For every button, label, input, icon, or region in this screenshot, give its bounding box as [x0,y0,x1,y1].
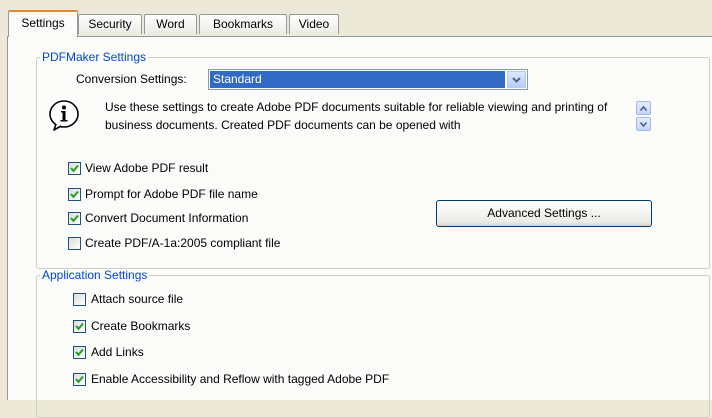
create-bookmarks-checkbox[interactable] [73,320,86,333]
pdfa-compliant-label: Create PDF/A-1a:2005 compliant file [85,236,281,250]
info-icon [48,99,82,133]
tab-security[interactable]: Security [78,14,142,34]
view-pdf-result-checkbox[interactable] [68,162,81,175]
tab-word[interactable]: Word [144,14,197,34]
add-links-label: Add Links [91,345,144,359]
chevron-up-icon [640,105,647,111]
tab-settings[interactable]: Settings [8,10,78,37]
view-pdf-result-label: View Adobe PDF result [85,161,209,175]
attach-source-file-label: Attach source file [91,292,184,306]
conversion-description: Use these settings to create Adobe PDF d… [105,100,608,132]
enable-accessibility-label: Enable Accessibility and Reflow with tag… [91,372,390,386]
pdfmaker-settings-legend: PDFMaker Settings [42,50,147,64]
description-scroll-up-button[interactable] [636,101,651,115]
add-links-checkbox[interactable] [73,346,86,359]
conversion-settings-select[interactable]: Standard [208,69,528,90]
application-settings-group: Application Settings [36,268,710,418]
attach-source-file-checkbox[interactable] [73,293,86,306]
enable-accessibility-checkbox[interactable] [73,373,86,386]
pdfa-compliant-checkbox[interactable] [68,237,81,250]
tab-bookmarks[interactable]: Bookmarks [199,14,287,34]
chevron-down-icon[interactable] [507,71,526,88]
application-settings-legend: Application Settings [42,268,148,282]
prompt-file-name-label: Prompt for Adobe PDF file name [85,187,258,201]
conversion-settings-label: Conversion Settings: [76,72,187,86]
tab-video[interactable]: Video [289,14,339,34]
conversion-settings-value: Standard [210,71,505,88]
tab-panel-settings: PDFMaker Settings Conversion Settings: S… [7,36,712,418]
create-bookmarks-label: Create Bookmarks [91,319,191,333]
prompt-file-name-checkbox[interactable] [68,188,81,201]
tab-strip: Settings Security Word Bookmarks Video [0,0,712,38]
description-scroll-down-button[interactable] [636,117,651,131]
convert-document-info-label: Convert Document Information [85,211,249,225]
chevron-down-icon [640,121,647,127]
convert-document-info-checkbox[interactable] [68,212,81,225]
advanced-settings-button[interactable]: Advanced Settings ... [436,200,652,227]
